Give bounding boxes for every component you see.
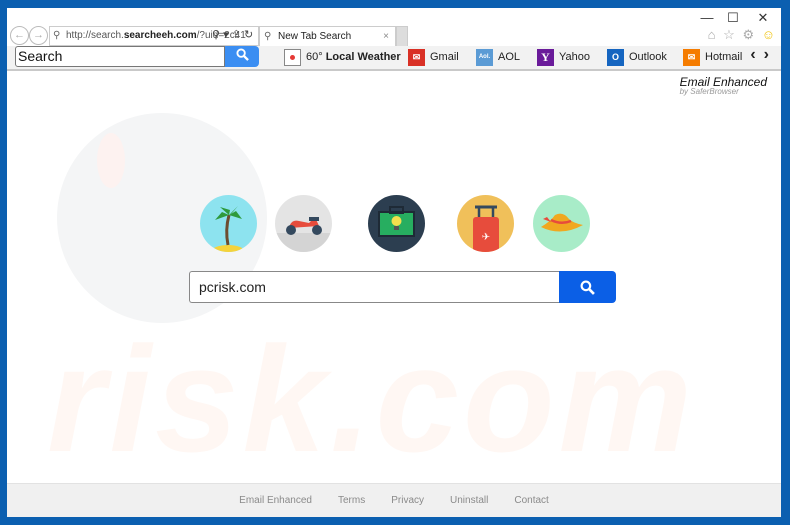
close-button[interactable]: ✕ — [753, 10, 773, 26]
footer-link-uninstall[interactable]: Uninstall — [450, 495, 488, 506]
footer: Email Enhanced Terms Privacy Uninstall C… — [7, 483, 781, 517]
home-icon[interactable]: ⌂ — [708, 27, 718, 42]
palm-tree-icon[interactable] — [200, 195, 257, 252]
main-search-button[interactable] — [559, 271, 616, 303]
aol-label: AOL — [498, 51, 521, 63]
aol-icon: Aol. — [476, 48, 493, 66]
forward-button[interactable]: → — [29, 26, 48, 45]
aol-link[interactable]: Aol. AOL — [476, 47, 520, 67]
browser-window: — ☐ ✕ ← → ⚲ http://search.searcheeh.com/… — [7, 8, 781, 517]
navigation-bar: ← → ⚲ http://search.searcheeh.com/?uid=2… — [7, 25, 781, 47]
back-button[interactable]: ← — [10, 26, 29, 45]
gmail-icon: ✉ — [408, 48, 425, 66]
weather-temp: 60° — [306, 51, 323, 63]
outlook-label: Outlook — [629, 51, 667, 63]
hotmail-label: Hotmail — [705, 51, 743, 63]
search-icon — [580, 280, 595, 295]
weather-link[interactable]: 60° Local Weather — [284, 47, 401, 67]
briefcase-lightbulb-icon[interactable] — [368, 195, 425, 252]
smiley-feedback-icon[interactable]: ☺ — [762, 27, 777, 42]
svg-text:✈: ✈ — [482, 232, 490, 243]
toolbar-search-button[interactable] — [225, 46, 259, 67]
yahoo-icon: Y — [537, 48, 554, 66]
toolbar-scroll: ‹› — [750, 46, 777, 64]
prev-arrow-icon[interactable]: ‹ — [750, 46, 763, 63]
scooter-icon[interactable] — [275, 195, 332, 252]
weather-icon — [284, 48, 301, 66]
outlook-icon: O — [607, 48, 624, 66]
footer-link-email-enhanced[interactable]: Email Enhanced — [239, 495, 312, 506]
search-icon — [235, 48, 249, 61]
new-tab-button[interactable] — [396, 26, 408, 47]
weather-label: Local Weather — [325, 51, 401, 63]
watermark-dot — [97, 133, 125, 188]
next-arrow-icon[interactable]: › — [764, 46, 777, 63]
url-domain: searcheeh.com — [123, 30, 197, 41]
theme-icons: ✈ — [7, 195, 781, 255]
gmail-label: Gmail — [430, 51, 459, 63]
url-prefix: http://search. — [66, 30, 124, 41]
hotmail-icon: ✉ — [683, 48, 700, 66]
tab-search-icon: ⚲ — [264, 31, 272, 42]
watermark-text: risk.com — [47, 315, 696, 483]
gmail-link[interactable]: ✉ Gmail — [408, 47, 459, 67]
minimize-button[interactable]: — — [697, 10, 717, 25]
luggage-icon[interactable]: ✈ — [457, 195, 514, 252]
hotmail-link[interactable]: ✉ Hotmail — [683, 47, 742, 67]
toolbar-search-input[interactable]: Search — [15, 46, 225, 67]
tab-new-tab-search[interactable]: ⚲ New Tab Search × — [259, 26, 396, 47]
tab-close-icon[interactable]: × — [383, 27, 389, 47]
address-tools-icons[interactable]: ⚲ ▾ ⇪ ↻ — [212, 28, 253, 41]
sun-hat-icon[interactable] — [533, 195, 590, 252]
outlook-link[interactable]: O Outlook — [607, 47, 667, 67]
footer-link-terms[interactable]: Terms — [338, 495, 365, 506]
title-bar: — ☐ ✕ — [7, 8, 781, 26]
tab-title: New Tab Search — [278, 31, 352, 42]
footer-link-privacy[interactable]: Privacy — [391, 495, 424, 506]
search-icon: ⚲ — [53, 30, 61, 41]
gear-icon[interactable]: ⚙ — [742, 27, 756, 42]
yahoo-link[interactable]: Y Yahoo — [537, 47, 590, 67]
footer-link-contact[interactable]: Contact — [514, 495, 548, 506]
maximize-button[interactable]: ☐ — [723, 10, 743, 26]
favorites-star-icon[interactable]: ☆ — [723, 27, 737, 42]
ie-tools: ⌂ ☆ ⚙ ☺ — [708, 27, 777, 43]
brand-logo: Email Enhanced by SaferBrowser — [680, 75, 767, 96]
page-content: risk.com Email Enhanced by SaferBrowser … — [7, 73, 781, 483]
main-search-input[interactable]: pcrisk.com — [189, 271, 559, 303]
yahoo-label: Yahoo — [559, 51, 590, 63]
extension-toolbar: Search 60° Local Weather ✉ Gmail Aol. AO… — [7, 46, 781, 71]
